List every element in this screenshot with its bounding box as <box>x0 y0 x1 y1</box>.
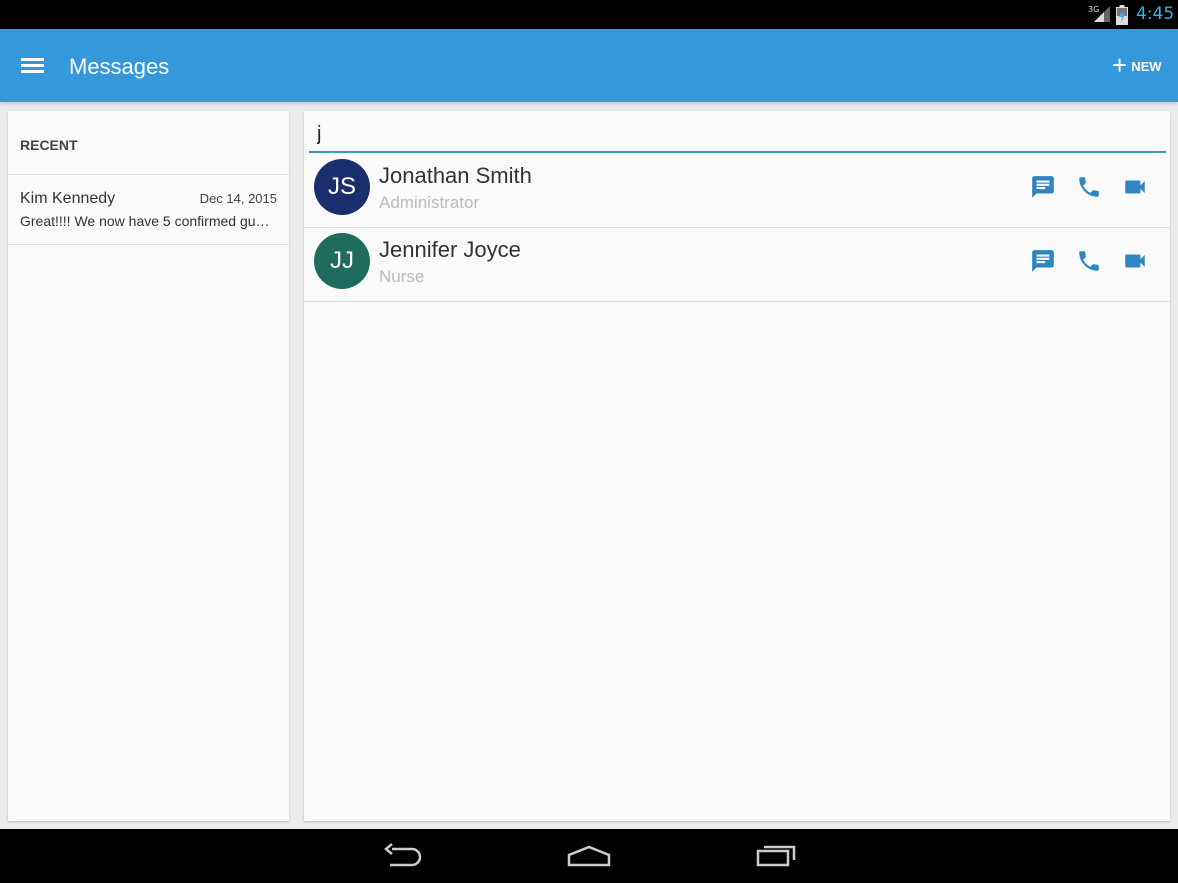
contact-name: Jennifer Joyce <box>379 237 521 262</box>
call-button[interactable] <box>1076 246 1122 276</box>
contact-name: Jonathan Smith <box>379 163 532 188</box>
home-icon <box>567 845 611 867</box>
contact-actions <box>1030 246 1168 276</box>
video-call-button[interactable] <box>1122 246 1168 276</box>
contact-role: Nurse <box>379 267 425 286</box>
recent-header: RECENT <box>8 111 289 175</box>
contact-search-panel: JS Jonathan Smith Administrator JJ Jenni… <box>304 111 1170 821</box>
phone-icon <box>1079 177 1099 197</box>
avatar: JS <box>314 159 370 215</box>
video-call-button[interactable] <box>1122 172 1168 202</box>
recent-apps-icon <box>756 845 796 867</box>
recent-panel: RECENT Kim Kennedy Dec 14, 2015 Great!!!… <box>8 111 289 821</box>
avatar: JJ <box>314 233 370 289</box>
search-input[interactable] <box>309 111 1166 149</box>
signal-icon <box>1094 6 1110 22</box>
back-button[interactable] <box>382 843 424 876</box>
back-icon <box>384 843 422 867</box>
status-bar: 3G 4:45 <box>0 0 1178 29</box>
phone-icon <box>1079 251 1099 271</box>
home-button[interactable] <box>567 843 611 876</box>
contact-actions <box>1030 172 1168 202</box>
video-icon <box>1125 254 1145 268</box>
video-icon <box>1125 180 1145 194</box>
recent-item-date: Dec 14, 2015 <box>199 191 277 206</box>
clock: 4:45 <box>1136 4 1175 24</box>
recent-apps-button[interactable] <box>756 843 798 876</box>
recent-conversation-item[interactable]: Kim Kennedy Dec 14, 2015 Great!!!! We no… <box>8 175 289 245</box>
recent-item-name: Kim Kennedy <box>20 190 116 207</box>
contact-row[interactable]: JJ Jennifer Joyce Nurse <box>304 228 1170 302</box>
page-title: Messages <box>69 54 170 79</box>
message-icon <box>1032 250 1054 272</box>
plus-icon: + <box>1112 50 1128 80</box>
app-bar: Messages + NEW <box>0 29 1178 102</box>
recent-item-preview: Great!!!! We now have 5 confirmed guests <box>20 213 277 229</box>
menu-button[interactable] <box>14 51 50 81</box>
system-nav-bar <box>0 829 1178 883</box>
message-button[interactable] <box>1030 172 1076 202</box>
search-field <box>309 111 1166 153</box>
contact-row[interactable]: JS Jonathan Smith Administrator <box>304 154 1170 228</box>
call-button[interactable] <box>1076 172 1122 202</box>
hamburger-icon <box>21 58 44 61</box>
message-button[interactable] <box>1030 246 1076 276</box>
contact-role: Administrator <box>379 193 480 212</box>
new-button-label: NEW <box>1131 58 1162 74</box>
battery-charging-icon <box>1116 5 1128 25</box>
message-icon <box>1032 176 1054 198</box>
new-button[interactable]: + NEW <box>1112 50 1162 80</box>
